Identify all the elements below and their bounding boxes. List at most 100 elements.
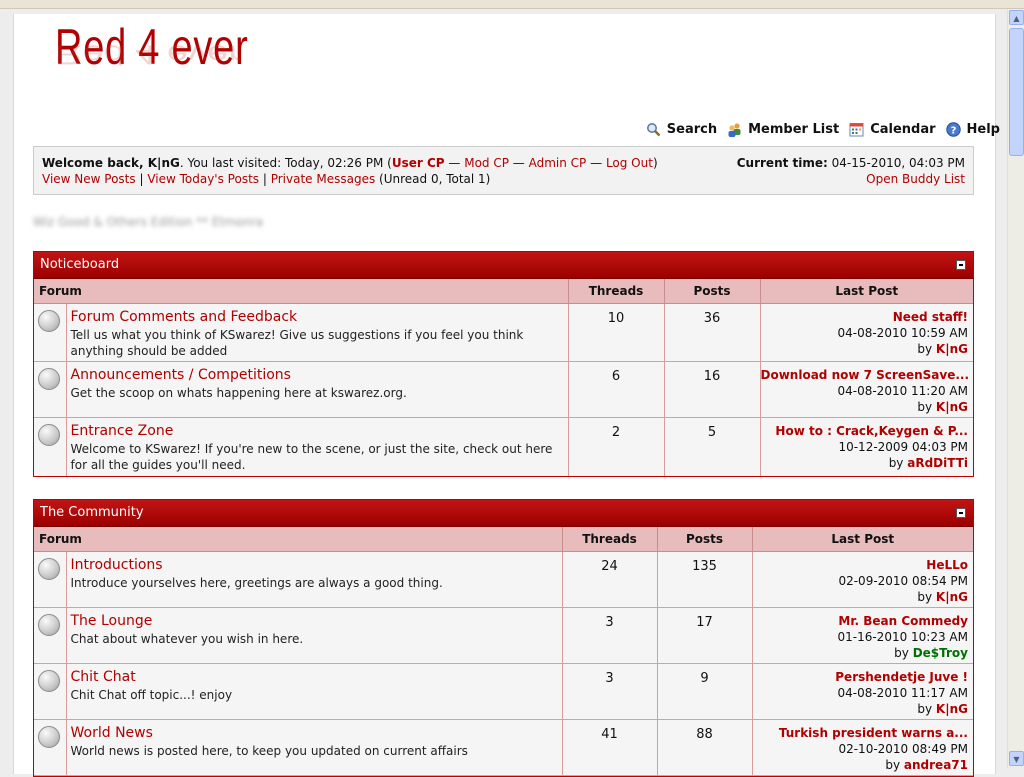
separator: — bbox=[508, 156, 529, 170]
category-header: Noticeboard bbox=[34, 252, 973, 279]
separator: — bbox=[444, 156, 465, 170]
collapse-icon[interactable] bbox=[956, 508, 966, 518]
category-noticeboard: Noticeboard Forum Threads Posts Last Pos… bbox=[33, 251, 974, 477]
private-messages-link[interactable]: Private Messages bbox=[271, 172, 376, 186]
collapse-icon[interactable] bbox=[956, 260, 966, 270]
forum-row: Chit Chat Chit Chat off topic...! enjoy 3… bbox=[34, 663, 973, 720]
nav-member-list[interactable]: Member List bbox=[727, 122, 839, 137]
welcome-line-1: Welcome back, K|nG. You last visited: To… bbox=[42, 156, 658, 170]
last-post-title-link[interactable]: Turkish president warns a... bbox=[753, 725, 968, 741]
top-navbar: Search Member List Calendar ? Help bbox=[646, 122, 1000, 137]
forum-row: Entrance Zone Welcome to KSwarez! If you'… bbox=[34, 417, 973, 476]
column-threads: Threads bbox=[562, 527, 658, 552]
logout-link[interactable]: Log Out bbox=[606, 156, 653, 170]
view-new-posts-link[interactable]: View New Posts bbox=[42, 172, 136, 186]
help-icon: ? bbox=[945, 122, 961, 137]
forum-description: Chit Chat off topic...! enjoy bbox=[70, 688, 233, 702]
welcome-panel: Welcome back, K|nG. You last visited: To… bbox=[33, 146, 974, 195]
last-post-title-link[interactable]: Pershendetje Juve ! bbox=[753, 669, 968, 685]
last-visit-text: . You last visited: Today, 02:26 PM ( bbox=[179, 156, 392, 170]
forum-status-icon bbox=[38, 670, 60, 692]
separator: | bbox=[135, 172, 148, 186]
forum-status-icon bbox=[38, 424, 60, 446]
forum-row: Forum Comments and Feedback Tell us what … bbox=[34, 303, 973, 362]
forum-threads: 3 bbox=[562, 607, 658, 664]
by-label: by bbox=[894, 646, 913, 660]
last-post-user-link[interactable]: andrea71 bbox=[904, 758, 968, 772]
view-todays-posts-link[interactable]: View Today's Posts bbox=[147, 172, 259, 186]
last-post-user-link[interactable]: aRdDiTTi bbox=[907, 456, 968, 470]
forum-title-link[interactable]: Entrance Zone bbox=[71, 423, 568, 439]
category-the-community: The Community Forum Threads Posts Last P… bbox=[33, 499, 974, 777]
last-post-title-link[interactable]: Need staff! bbox=[761, 309, 968, 325]
scrollbar-thumb[interactable] bbox=[1009, 28, 1024, 156]
last-post-user-link[interactable]: K|nG bbox=[936, 590, 968, 604]
forum-threads: 10 bbox=[568, 303, 665, 362]
forum-table: Forum Threads Posts Last Post Introducti… bbox=[34, 527, 973, 776]
separator: — bbox=[586, 156, 606, 170]
site-logo[interactable]: Red 4 ever Red 4 ever bbox=[55, 18, 265, 110]
paren: ) bbox=[652, 156, 658, 170]
blurred-announcement: Wiz Good & Others Edition ** Etmonra bbox=[33, 215, 264, 229]
forum-title-link[interactable]: Introductions bbox=[71, 557, 562, 573]
open-buddy-list-link[interactable]: Open Buddy List bbox=[866, 172, 965, 186]
forum-threads: 3 bbox=[562, 663, 658, 720]
nav-help-label: Help bbox=[966, 122, 1000, 137]
window-top-border bbox=[0, 0, 1024, 9]
welcome-line-2: View New Posts | View Today's Posts | Pr… bbox=[42, 172, 490, 186]
column-threads: Threads bbox=[568, 279, 665, 304]
welcome-greeting: Welcome back, K|nG bbox=[42, 156, 180, 170]
forum-posts: 36 bbox=[664, 303, 761, 362]
nav-help[interactable]: ? Help bbox=[945, 122, 1000, 137]
last-post-title-link[interactable]: HeLLo bbox=[753, 557, 968, 573]
last-post-date: 02-10-2010 08:49 PM bbox=[838, 742, 968, 756]
last-post-user-link[interactable]: De$Troy bbox=[913, 646, 968, 660]
column-forum: Forum bbox=[34, 279, 569, 304]
forum-threads: 24 bbox=[562, 551, 658, 608]
last-post-title-link[interactable]: How to : Crack,Keygen & P... bbox=[761, 423, 968, 439]
forum-description: Get the scoop on whats happening here at… bbox=[70, 386, 407, 400]
forum-title-link[interactable]: The Lounge bbox=[71, 613, 562, 629]
forum-title-link[interactable]: Chit Chat bbox=[71, 669, 562, 685]
user-cp-link[interactable]: User CP bbox=[392, 156, 445, 170]
forum-status-icon bbox=[38, 368, 60, 390]
svg-text:?: ? bbox=[950, 125, 956, 136]
last-post-user-link[interactable]: K|nG bbox=[936, 342, 968, 356]
by-label: by bbox=[917, 400, 936, 414]
mod-cp-link[interactable]: Mod CP bbox=[464, 156, 509, 170]
category-title[interactable]: Noticeboard bbox=[40, 257, 119, 272]
by-label: by bbox=[885, 758, 904, 772]
buddy-list-row: Open Buddy List bbox=[866, 172, 965, 186]
forum-row: The Lounge Chat about whatever you wish i… bbox=[34, 607, 973, 664]
forum-threads: 41 bbox=[562, 719, 658, 776]
forum-title-link[interactable]: World News bbox=[71, 725, 562, 741]
vertical-scrollbar[interactable]: ▲ ▼ bbox=[1007, 9, 1024, 768]
last-post-title-link[interactable]: Download now 7 ScreenSave... bbox=[761, 367, 968, 383]
nav-calendar[interactable]: Calendar bbox=[849, 122, 936, 137]
forum-status-icon bbox=[38, 558, 60, 580]
last-post-user-link[interactable]: K|nG bbox=[936, 702, 968, 716]
forum-posts: 5 bbox=[664, 417, 761, 476]
forum-title-link[interactable]: Announcements / Competitions bbox=[71, 367, 568, 383]
last-post-date: 04-08-2010 11:17 AM bbox=[837, 686, 968, 700]
last-post-date: 04-08-2010 10:59 AM bbox=[837, 326, 968, 340]
forum-description: Tell us what you think of KSwarez! Give … bbox=[70, 328, 524, 358]
column-last-post: Last Post bbox=[752, 527, 973, 552]
forum-threads: 2 bbox=[568, 417, 665, 476]
nav-search-label: Search bbox=[666, 122, 718, 137]
forum-title-link[interactable]: Forum Comments and Feedback bbox=[71, 309, 568, 325]
search-icon bbox=[646, 123, 661, 137]
last-post-user-link[interactable]: K|nG bbox=[936, 400, 968, 414]
scroll-up-icon[interactable]: ▲ bbox=[1009, 10, 1024, 25]
scroll-down-icon[interactable]: ▼ bbox=[1009, 751, 1024, 766]
nav-member-list-label: Member List bbox=[748, 122, 840, 137]
by-label: by bbox=[917, 342, 936, 356]
nav-calendar-label: Calendar bbox=[870, 122, 936, 137]
last-post-title-link[interactable]: Mr. Bean Commedy bbox=[753, 613, 968, 629]
admin-cp-link[interactable]: Admin CP bbox=[529, 156, 587, 170]
forum-status-icon bbox=[38, 310, 60, 332]
nav-search[interactable]: Search bbox=[646, 122, 717, 137]
last-post-date: 01-16-2010 10:23 AM bbox=[837, 630, 968, 644]
forum-description: Welcome to KSwarez! If you're new to the… bbox=[70, 442, 553, 472]
category-title[interactable]: The Community bbox=[40, 505, 144, 520]
